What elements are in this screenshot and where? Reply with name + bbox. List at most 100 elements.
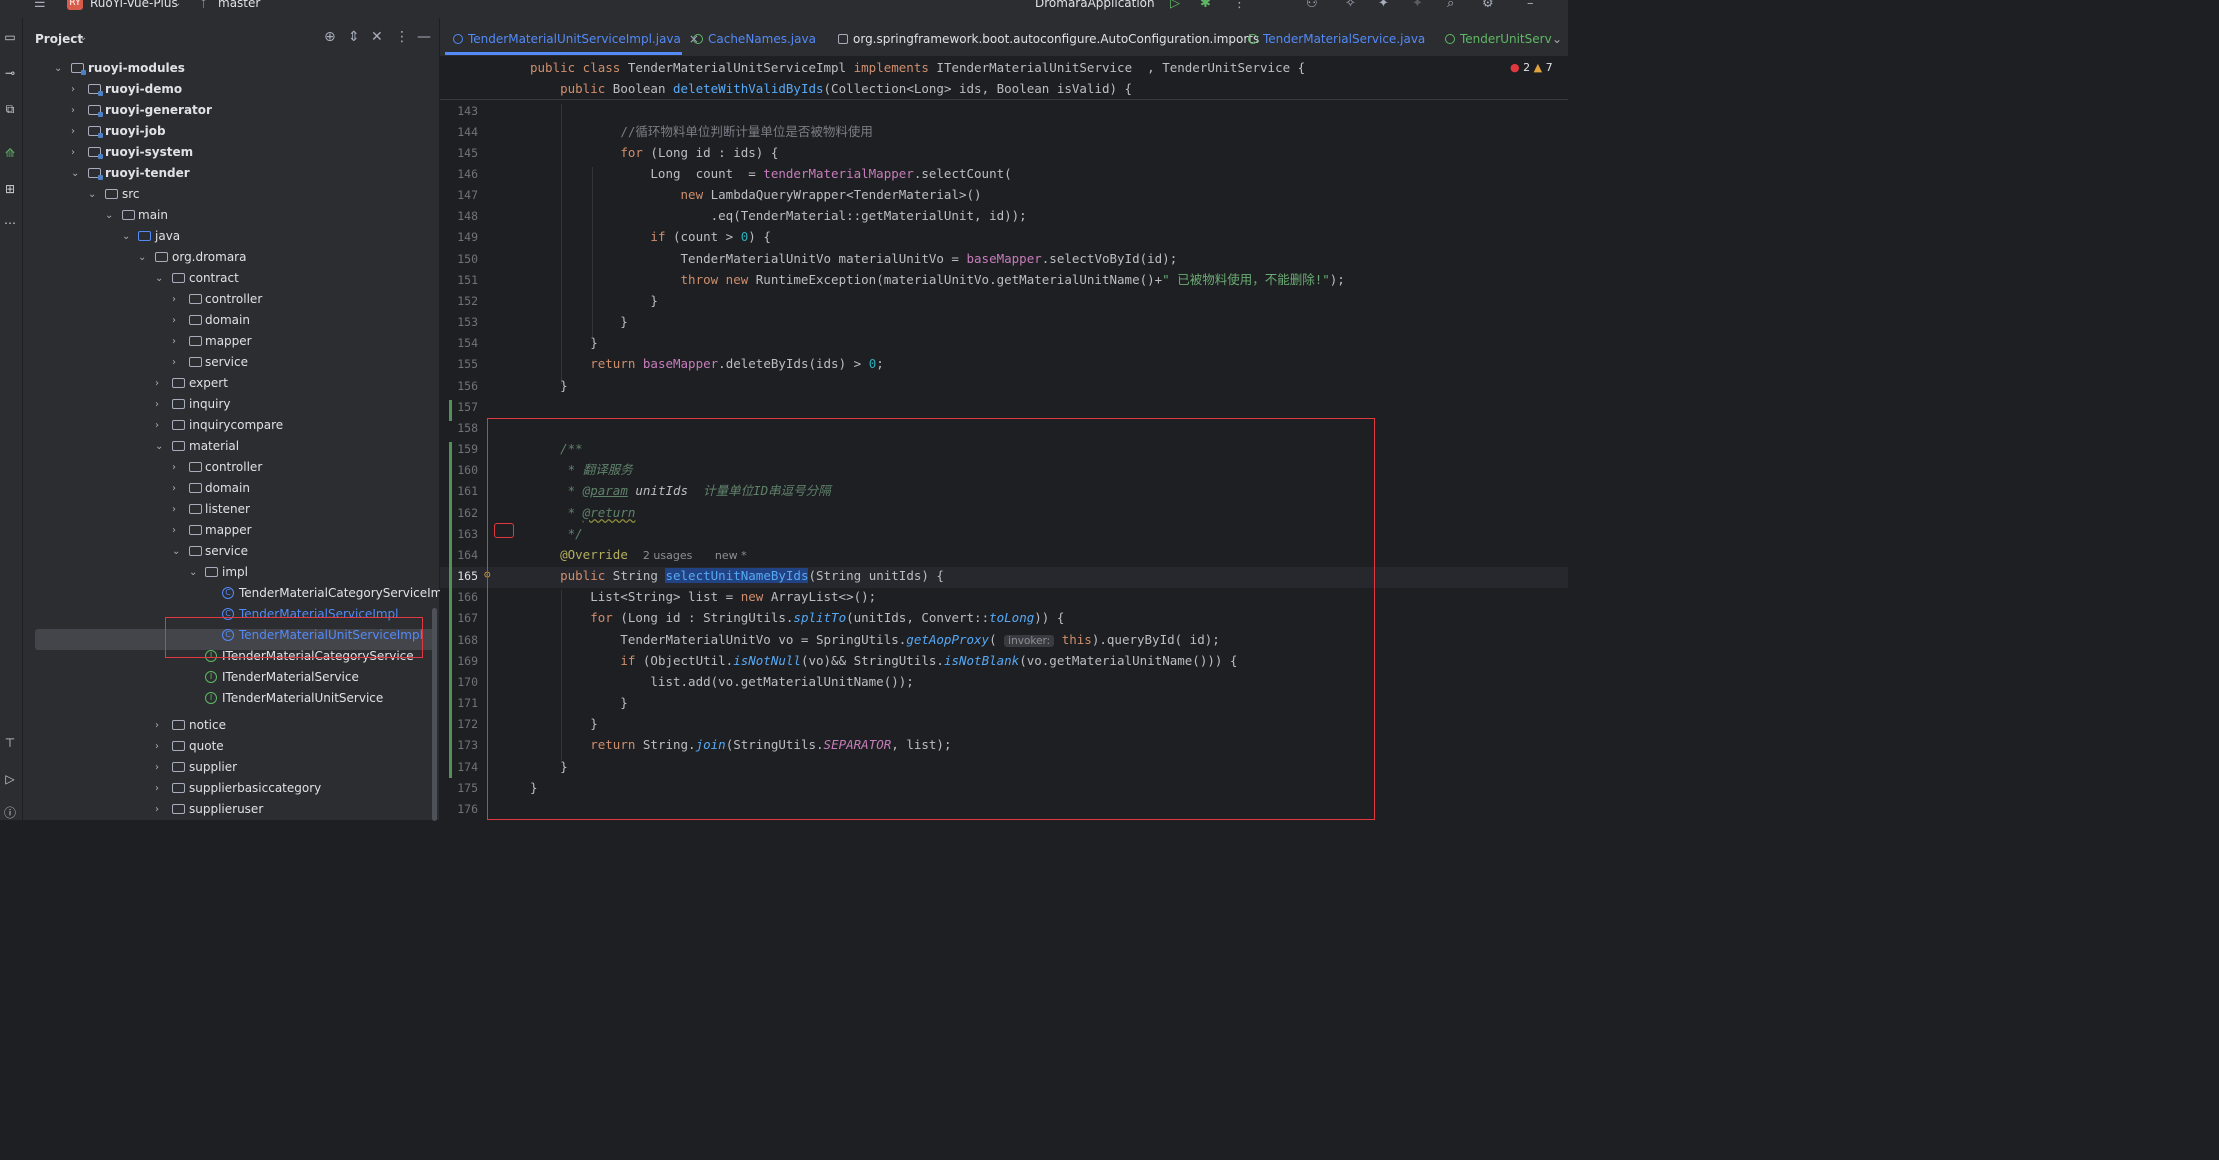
tree-item-supplierbasiccategory[interactable]: › supplierbasiccategory bbox=[23, 778, 439, 799]
locate-file-icon[interactable]: ⊕ bbox=[324, 29, 336, 45]
tree-item-supplier[interactable]: › supplier bbox=[23, 757, 439, 778]
disabled-tool-icon: ✦ bbox=[1412, 0, 1423, 11]
debug-icon[interactable]: ✱ bbox=[1200, 0, 1211, 11]
tab-tender-unit-service[interactable]: TenderUnitServ bbox=[1445, 32, 1552, 46]
line-number: 143 bbox=[457, 104, 478, 118]
tree-item-src[interactable]: ⌄ src bbox=[23, 184, 439, 205]
tree-item-domain[interactable]: › domain bbox=[23, 478, 439, 499]
tree-item-org-dromara[interactable]: ⌄ org.dromara bbox=[23, 247, 439, 268]
annotation-highlight-box bbox=[487, 418, 1375, 820]
terminal-tool-icon[interactable]: ⊤ bbox=[0, 736, 20, 750]
tab-autoconfiguration-imports[interactable]: org.springframework.boot.autoconfigure.A… bbox=[838, 32, 1259, 46]
tree-item-notice[interactable]: › notice bbox=[23, 715, 439, 736]
tree-item-listener[interactable]: › listener bbox=[23, 499, 439, 520]
run-config-selector[interactable]: DromaraApplication bbox=[1035, 0, 1155, 10]
search-icon[interactable]: ⌕ bbox=[1447, 0, 1454, 11]
tree-item-ruoyi-job[interactable]: › ruoyi-job bbox=[23, 121, 439, 142]
line-number: 152 bbox=[457, 294, 478, 308]
line-number: 164 bbox=[457, 548, 478, 562]
expand-all-icon[interactable]: ⇕ bbox=[348, 29, 360, 45]
vcs-change-marker[interactable] bbox=[449, 442, 452, 778]
hide-panel-icon[interactable]: — bbox=[417, 29, 431, 45]
tree-item-material-unit-service-interface[interactable]: I ITenderMaterialUnitService bbox=[23, 688, 439, 709]
tree-item-main[interactable]: ⌄ main bbox=[23, 205, 439, 226]
tab-tender-material-service[interactable]: TenderMaterialService.java bbox=[1248, 32, 1425, 46]
code-line-150: TenderMaterialUnitVo materialUnitVo = ba… bbox=[530, 251, 1178, 266]
add-user-icon[interactable]: ⚇ bbox=[1306, 0, 1318, 11]
project-folder-icon[interactable]: ▭ bbox=[0, 30, 20, 44]
project-switcher[interactable]: RuoYi-Vue-Plus bbox=[90, 0, 178, 10]
settings-gear-icon[interactable]: ⚙ bbox=[1482, 0, 1494, 11]
more-icon[interactable]: ⋮ bbox=[1233, 0, 1246, 11]
jrebel-icon[interactable]: ⟰ bbox=[0, 146, 20, 160]
inspection-indicator[interactable]: ● 2 ▲ 7 bbox=[1510, 61, 1553, 74]
chevron-down-icon[interactable]: ⌄ bbox=[173, 0, 181, 9]
chevron-down-icon[interactable]: ⌄ bbox=[79, 32, 87, 43]
tree-item-mapper[interactable]: › mapper bbox=[23, 331, 439, 352]
minimize-icon[interactable]: – bbox=[1527, 0, 1534, 11]
services-icon[interactable]: ▷ bbox=[0, 772, 20, 786]
tree-item-category-service-impl[interactable]: C TenderMaterialCategoryServiceImpl bbox=[23, 583, 453, 604]
tree-item-inquiry[interactable]: › inquiry bbox=[23, 394, 439, 415]
ai-assistant-icon[interactable]: ✧ bbox=[1345, 0, 1356, 11]
tab-tender-material-unit-service-impl[interactable]: TenderMaterialUnitServiceImpl.java × bbox=[453, 32, 699, 46]
tree-item-controller[interactable]: › controller bbox=[23, 289, 439, 310]
commit-icon[interactable]: ⊸ bbox=[0, 66, 20, 80]
tabs-overflow-chevron-icon[interactable]: ⌄ bbox=[1552, 32, 1562, 46]
line-number: 148 bbox=[457, 209, 478, 223]
collapse-all-icon[interactable]: ✕ bbox=[371, 29, 383, 45]
tree-item-material[interactable]: ⌄ material bbox=[23, 436, 439, 457]
line-number: 156 bbox=[457, 379, 478, 393]
tab-cache-names[interactable]: CacheNames.java bbox=[693, 32, 816, 46]
tree-item-expert[interactable]: › expert bbox=[23, 373, 439, 394]
tree-item-inquirycompare[interactable]: › inquirycompare bbox=[23, 415, 439, 436]
active-tab-indicator bbox=[445, 52, 682, 55]
tree-item-controller[interactable]: › controller bbox=[23, 457, 439, 478]
vcs-change-marker[interactable] bbox=[449, 400, 452, 421]
options-icon[interactable]: ⋮ bbox=[395, 29, 409, 45]
project-panel-title[interactable]: Project bbox=[35, 32, 83, 46]
tree-item-java[interactable]: ⌄ java bbox=[23, 226, 439, 247]
line-number: 166 bbox=[457, 590, 478, 604]
modules-icon[interactable]: ⊞ bbox=[0, 182, 20, 196]
code-editor[interactable]: 41 141 143 144 145 146 147 148 149 150 1… bbox=[440, 57, 1568, 820]
annotation-highlight-box bbox=[165, 617, 423, 658]
line-number: 165 bbox=[457, 569, 478, 583]
run-icon[interactable]: ▷ bbox=[1170, 0, 1180, 11]
tree-item-service[interactable]: › service bbox=[23, 352, 439, 373]
tree-item-impl[interactable]: ⌄ impl bbox=[23, 562, 439, 583]
tree-item-ruoyi-modules[interactable]: ⌄ ruoyi-modules bbox=[23, 58, 439, 79]
tree-item-mapper[interactable]: › mapper bbox=[23, 520, 439, 541]
code-line-146: Long count = tenderMaterialMapper.select… bbox=[530, 166, 1012, 181]
panel-scrollbar[interactable] bbox=[432, 608, 437, 821]
tree-item-service[interactable]: ⌄ service bbox=[23, 541, 439, 562]
line-number: 157 bbox=[457, 400, 478, 414]
main-menu-icon[interactable]: ☰ bbox=[34, 0, 46, 11]
line-number: 172 bbox=[457, 717, 478, 731]
line-number: 170 bbox=[457, 675, 478, 689]
line-number: 173 bbox=[457, 738, 478, 752]
sticky-scroll-header: public class TenderMaterialUnitServiceIm… bbox=[440, 57, 1568, 100]
branch-icon: ᛘ bbox=[200, 0, 208, 10]
structure-icon[interactable]: ⧉ bbox=[0, 102, 20, 117]
line-number: 155 bbox=[457, 357, 478, 371]
line-number: 162 bbox=[457, 506, 478, 520]
tree-item-ruoyi-system[interactable]: › ruoyi-system bbox=[23, 142, 439, 163]
tree-item-quote[interactable]: › quote bbox=[23, 736, 439, 757]
tree-item-material-service-interface[interactable]: I ITenderMaterialService bbox=[23, 667, 439, 688]
tree-item-ruoyi-demo[interactable]: › ruoyi-demo bbox=[23, 79, 439, 100]
code-line-151: throw new RuntimeException(materialUnitV… bbox=[680, 272, 1345, 287]
tree-item-contract[interactable]: ⌄ contract bbox=[23, 268, 439, 289]
line-number: 174 bbox=[457, 760, 478, 774]
tree-item-ruoyi-tender[interactable]: ⌄ ruoyi-tender bbox=[23, 163, 439, 184]
more-tools-icon[interactable]: ⋯ bbox=[0, 216, 20, 230]
tree-item-ruoyi-generator[interactable]: › ruoyi-generator bbox=[23, 100, 439, 121]
line-number: 149 bbox=[457, 230, 478, 244]
line-number: 169 bbox=[457, 654, 478, 668]
tree-item-supplieruser[interactable]: › supplieruser bbox=[23, 799, 439, 820]
line-number: 176 bbox=[457, 802, 478, 816]
branch-switcher[interactable]: master bbox=[218, 0, 260, 10]
plugin-icon[interactable]: ✦ bbox=[1378, 0, 1389, 11]
tree-item-domain[interactable]: › domain bbox=[23, 310, 439, 331]
problems-icon[interactable]: ⓘ bbox=[0, 804, 20, 821]
